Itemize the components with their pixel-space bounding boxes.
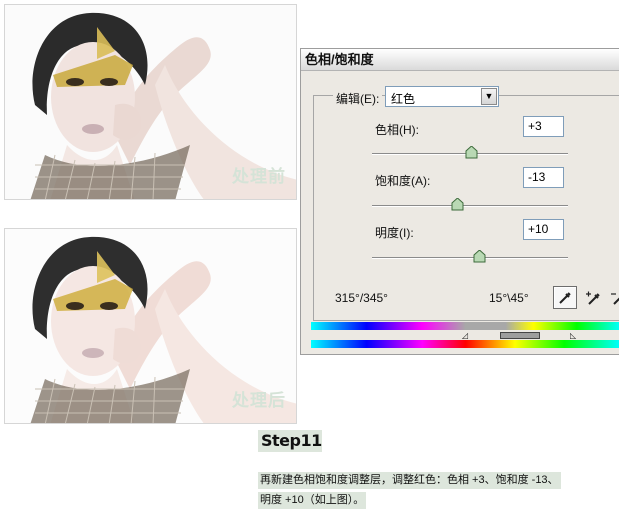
lightness-label: 明度(I): [375, 226, 414, 240]
dialog-title: 色相/饱和度 [301, 49, 619, 71]
edit-select-value: 红色 [391, 92, 416, 106]
lightness-slider-thumb[interactable] [473, 250, 486, 263]
lightness-input[interactable]: +10 [523, 219, 564, 240]
step-title: Step11 [258, 430, 322, 452]
eyedropper-button[interactable] [553, 286, 577, 309]
range-left-readout: 315°/345° [335, 291, 388, 305]
range-right-readout: 15°\45° [489, 291, 529, 305]
original-color-spectrum [311, 340, 619, 348]
after-photo: 处理后 [4, 228, 297, 424]
saturation-slider-thumb[interactable] [451, 198, 464, 211]
hue-input[interactable]: +3 [523, 116, 564, 137]
hue-saturation-dialog: 色相/饱和度 编辑(E): 红色 ▼ 色相(H): +3 饱和度(A): -13… [300, 48, 619, 355]
saturation-input[interactable]: -13 [523, 167, 564, 188]
saturation-slider-track[interactable] [372, 205, 568, 206]
eyedropper-plus-button[interactable] [581, 286, 605, 309]
range-marker-left[interactable]: ◿ [462, 331, 468, 340]
hue-slider-thumb[interactable] [465, 146, 478, 159]
range-marker-right[interactable]: ◺ [570, 331, 576, 340]
before-caption: 处理前 [232, 167, 286, 187]
saturation-label: 饱和度(A): [375, 174, 431, 188]
before-photo: 处理前 [4, 4, 297, 200]
eyedropper-minus-button[interactable] [606, 286, 619, 309]
eyedropper-plus-icon [586, 291, 600, 305]
eyedropper-minus-icon [611, 292, 619, 305]
step-description-line-1: 再新建色相饱和度调整层，调整红色：色相 +3、饱和度 -13、 [258, 472, 561, 489]
adjusted-color-spectrum [311, 322, 619, 330]
lightness-slider-track[interactable] [372, 257, 568, 258]
step-description-line-2: 明度 +10（如上图）。 [258, 492, 367, 509]
edit-label: 编辑(E): [333, 90, 383, 107]
color-range-slider[interactable] [500, 332, 540, 339]
hue-label: 色相(H): [375, 123, 419, 137]
eyedropper-icon [559, 291, 571, 304]
edit-select[interactable]: 红色 ▼ [385, 86, 499, 107]
after-caption: 处理后 [232, 391, 286, 411]
chevron-down-icon[interactable]: ▼ [481, 88, 497, 105]
